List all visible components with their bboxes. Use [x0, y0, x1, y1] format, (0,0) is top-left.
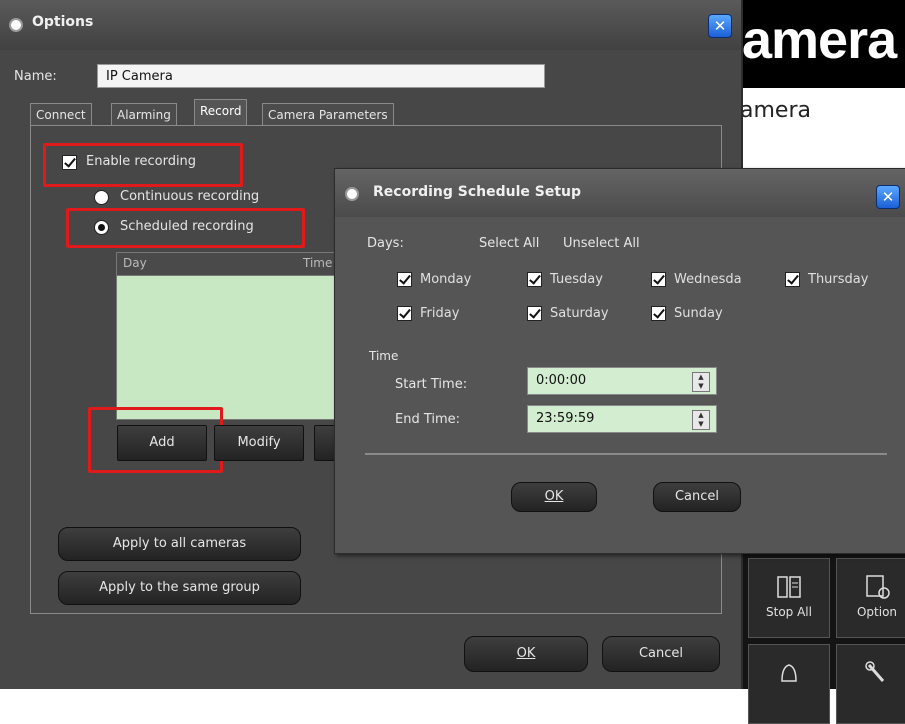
saturday-checkbox[interactable]	[527, 306, 542, 321]
tab-record[interactable]: Record	[194, 99, 248, 126]
spin-up-icon[interactable]: ▲	[693, 411, 709, 420]
friday-label: Friday	[420, 306, 460, 321]
sunday-checkbox[interactable]	[651, 306, 666, 321]
enable-recording-checkbox[interactable]	[62, 155, 77, 170]
stop-all-icon	[777, 576, 801, 598]
schedule-ok-button[interactable]: OK	[511, 482, 597, 512]
schedule-title: Recording Schedule Setup	[373, 184, 582, 200]
start-time-input[interactable]: 0:00:00 ▲ ▼	[527, 367, 717, 395]
alarm-toolbar-button[interactable]	[748, 644, 830, 724]
continuous-recording-label: Continuous recording	[120, 189, 260, 204]
add-button[interactable]: Add	[117, 425, 207, 461]
bell-icon	[781, 664, 797, 682]
name-input[interactable]	[97, 64, 545, 88]
schedule-list-header: Day Time	[117, 253, 347, 276]
recording-schedule-dialog: Recording Schedule Setup ✕ Days: Select …	[334, 168, 905, 554]
end-time-label: End Time:	[395, 412, 461, 427]
close-icon[interactable]: ✕	[876, 185, 900, 209]
time-group-label: Time	[369, 349, 399, 363]
thursday-label: Thursday	[808, 272, 869, 287]
tuesday-checkbox[interactable]	[527, 272, 542, 287]
spin-up-icon[interactable]: ▲	[693, 373, 709, 382]
continuous-recording-radio[interactable]	[94, 190, 109, 205]
end-time-value: 23:59:59	[536, 411, 595, 426]
wednesday-checkbox[interactable]	[651, 272, 666, 287]
sunday-label: Sunday	[674, 306, 723, 321]
saturday-label: Saturday	[550, 306, 609, 321]
spin-down-icon[interactable]: ▼	[693, 382, 709, 391]
tuesday-label: Tuesday	[550, 272, 603, 287]
options-cancel-button[interactable]: Cancel	[602, 636, 720, 672]
apply-to-all-cameras-button[interactable]: Apply to all cameras	[58, 527, 301, 561]
camera-subtitle: amera	[740, 98, 811, 123]
schedule-titlebar: Recording Schedule Setup ✕	[335, 169, 905, 217]
options-toolbar-label: Option	[856, 605, 898, 619]
name-label: Name:	[14, 69, 57, 84]
camera-banner-text: amera	[742, 10, 897, 70]
friday-checkbox[interactable]	[397, 306, 412, 321]
options-title: Options	[32, 14, 94, 30]
tab-camera-parameters[interactable]: Camera Parameters	[262, 103, 394, 126]
stop-all-label: Stop All	[766, 605, 812, 619]
scheduled-recording-radio[interactable]	[94, 220, 109, 235]
column-header-day[interactable]: Day	[123, 256, 147, 270]
schedule-divider	[365, 453, 887, 455]
tab-connect[interactable]: Connect	[30, 103, 92, 126]
end-time-input[interactable]: 23:59:59 ▲ ▼	[527, 405, 717, 433]
options-icon	[866, 575, 890, 599]
wrench-icon	[865, 661, 885, 682]
enable-recording-label: Enable recording	[86, 154, 197, 169]
settings-toolbar-button[interactable]	[836, 644, 905, 724]
stop-all-button[interactable]: Stop All	[748, 558, 830, 638]
thursday-checkbox[interactable]	[785, 272, 800, 287]
schedule-list[interactable]: Day Time	[116, 252, 348, 420]
options-ok-button[interactable]: OK	[464, 636, 588, 672]
apply-to-same-group-button[interactable]: Apply to the same group	[58, 571, 301, 605]
scheduled-recording-label: Scheduled recording	[120, 219, 254, 234]
main-toolbar: Stop All Option	[740, 550, 905, 724]
column-header-time[interactable]: Time	[303, 256, 332, 270]
unselect-all-link[interactable]: Unselect All	[563, 236, 640, 251]
schedule-cancel-button[interactable]: Cancel	[653, 482, 741, 512]
select-all-link[interactable]: Select All	[479, 236, 539, 251]
options-toolbar-button[interactable]: Option	[836, 558, 905, 638]
start-time-value: 0:00:00	[536, 373, 587, 388]
monday-checkbox[interactable]	[397, 272, 412, 287]
wednesday-label: Wednesda	[674, 272, 742, 287]
spin-down-icon[interactable]: ▼	[693, 420, 709, 429]
options-titlebar: Options ✕	[0, 0, 741, 50]
start-time-spinner[interactable]: ▲ ▼	[692, 372, 710, 392]
end-time-spinner[interactable]: ▲ ▼	[692, 410, 710, 430]
start-time-label: Start Time:	[395, 377, 468, 392]
window-app-icon	[9, 18, 23, 32]
days-label: Days:	[367, 236, 404, 251]
modify-button[interactable]: Modify	[214, 425, 304, 461]
close-icon[interactable]: ✕	[708, 14, 732, 38]
monday-label: Monday	[420, 272, 472, 287]
schedule-window-icon	[345, 187, 359, 201]
tab-alarming[interactable]: Alarming	[111, 103, 177, 126]
